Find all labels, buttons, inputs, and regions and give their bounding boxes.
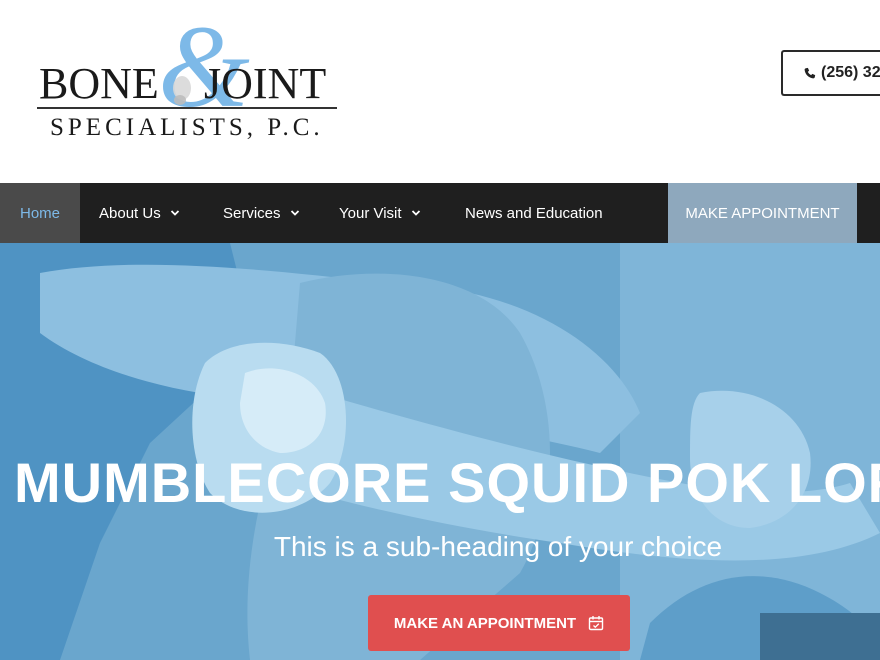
button-label: MAKE AN APPOINTMENT xyxy=(393,614,577,632)
hero-subheading: This is a sub-heading of your choice xyxy=(273,531,723,562)
chevron-down-icon xyxy=(411,208,421,218)
hero-banner: MUMBLECORE SQUID POK LOR This is a sub-h… xyxy=(0,243,880,660)
chevron-down-icon xyxy=(290,208,300,218)
site-header: & BONE JOINT SPECIALISTS, P.C. (256) 32 xyxy=(0,0,880,183)
chevron-down-icon xyxy=(170,208,180,218)
phone-button[interactable]: (256) 32 xyxy=(781,50,880,96)
nav-item-label: Your Visit xyxy=(339,204,402,222)
nav-item-your-visit[interactable]: Your Visit xyxy=(339,183,421,243)
site-logo[interactable]: & BONE JOINT SPECIALISTS, P.C. xyxy=(30,8,350,148)
phone-number: (256) 32 xyxy=(821,64,880,81)
make-an-appointment-button[interactable]: MAKE AN APPOINTMENT xyxy=(368,595,630,651)
nav-item-label: Services xyxy=(223,204,281,222)
nav-item-home[interactable]: Home xyxy=(0,183,80,243)
nav-item-services[interactable]: Services xyxy=(223,183,300,243)
nav-item-label: News and Education xyxy=(465,204,603,222)
make-appointment-nav-button[interactable]: MAKE APPOINTMENT xyxy=(668,183,857,243)
phone-icon xyxy=(803,67,816,80)
calendar-icon xyxy=(588,615,604,631)
logo-divider xyxy=(37,107,337,109)
logo-word-bone: BONE xyxy=(39,59,159,108)
logo-word-joint: JOINT xyxy=(204,59,327,108)
nav-item-news-and-education[interactable]: News and Education xyxy=(465,183,603,243)
hero-title: MUMBLECORE SQUID POK LOR xyxy=(14,451,880,514)
nav-item-about-us[interactable]: About Us xyxy=(99,183,180,243)
main-nav: Home About Us Services Your Visit News a… xyxy=(0,183,880,243)
nav-item-label: Home xyxy=(19,204,60,222)
nav-cta-label: MAKE APPOINTMENT xyxy=(685,204,840,222)
nav-item-label: About Us xyxy=(99,204,161,222)
logo-subtitle: SPECIALISTS, P.C. xyxy=(50,114,324,141)
